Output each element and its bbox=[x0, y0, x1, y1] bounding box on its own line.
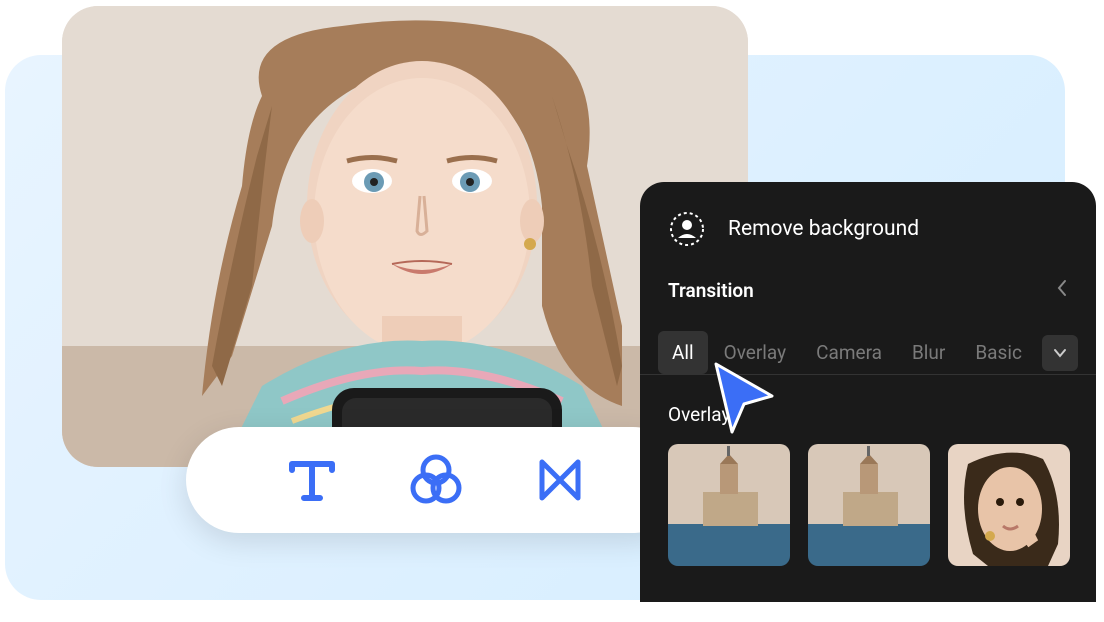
remove-bg-icon bbox=[668, 210, 706, 248]
subsection: Overlay bbox=[640, 375, 1096, 566]
panel-title: Remove background bbox=[728, 217, 919, 241]
tabs-dropdown-button[interactable] bbox=[1042, 335, 1078, 371]
tab-basic[interactable]: Basic bbox=[961, 331, 1036, 374]
tab-blur[interactable]: Blur bbox=[898, 331, 959, 374]
tab-all[interactable]: All bbox=[658, 331, 708, 374]
section-title: Transition bbox=[668, 279, 754, 302]
effects-panel: Remove background Transition All Overlay… bbox=[640, 182, 1096, 602]
thumbnail-item[interactable] bbox=[668, 444, 790, 566]
subsection-title: Overlay bbox=[658, 403, 1078, 426]
thumbnail-row bbox=[658, 444, 1078, 566]
text-tool-icon[interactable] bbox=[282, 450, 342, 510]
chevron-left-icon[interactable] bbox=[1056, 278, 1068, 303]
tool-toolbar bbox=[186, 427, 686, 533]
tabs-container: All Overlay Camera Blur Basic bbox=[640, 325, 1096, 375]
tab-camera[interactable]: Camera bbox=[802, 331, 896, 374]
transition-tool-icon[interactable] bbox=[530, 450, 590, 510]
panel-header: Remove background bbox=[640, 210, 1096, 248]
filter-tool-icon[interactable] bbox=[406, 450, 466, 510]
tab-overlay[interactable]: Overlay bbox=[710, 331, 800, 374]
thumbnail-item[interactable] bbox=[948, 444, 1070, 566]
section-header: Transition bbox=[640, 248, 1096, 325]
thumbnail-item[interactable] bbox=[808, 444, 930, 566]
